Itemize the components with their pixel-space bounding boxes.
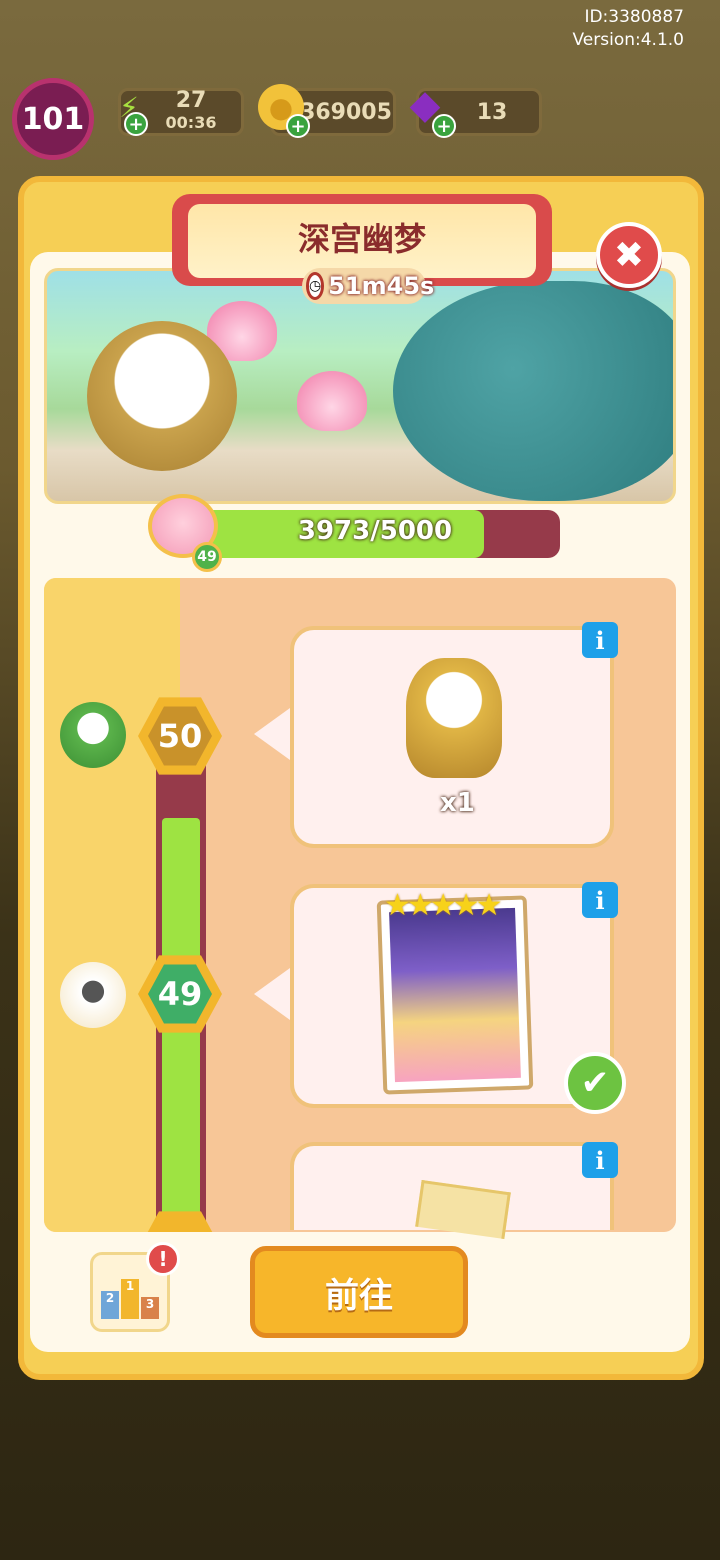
event-progress-text: 3973/5000 xyxy=(297,516,453,546)
info-icon[interactable]: i xyxy=(582,882,618,918)
photo-card-art xyxy=(389,907,521,1083)
clock-icon: ◷ xyxy=(306,272,325,300)
energy-value: 27 xyxy=(175,88,207,113)
go-button-label: 前往 xyxy=(325,1275,393,1316)
podium-first: 1 xyxy=(121,1279,139,1319)
podium-second: 2 xyxy=(101,1291,119,1319)
event-timer: ◷ 51m45s xyxy=(302,268,434,304)
hud-meta: ID:3380887 Version:4.1.0 xyxy=(573,6,685,52)
photo-card-reward xyxy=(376,895,534,1095)
gem-value: 13 xyxy=(476,99,508,125)
reward-bubble-tail xyxy=(254,708,290,760)
go-button[interactable]: 前往 xyxy=(250,1246,468,1338)
alert-badge-icon: ! xyxy=(146,1242,180,1276)
info-icon[interactable]: i xyxy=(582,622,618,658)
event-title: 深宫幽梦 xyxy=(297,220,426,258)
banner-duck-character xyxy=(87,321,237,471)
banner-lotus xyxy=(297,371,367,431)
milestone-level: 49 xyxy=(148,964,212,1024)
add-gems-icon[interactable]: + xyxy=(432,114,456,138)
milestone-avatar xyxy=(60,962,126,1028)
reward-bubble-tail xyxy=(254,968,290,1020)
reward-stars: ★★★★★ xyxy=(384,888,503,923)
add-energy-icon[interactable]: + xyxy=(124,112,148,136)
event-timer-text: 51m45s xyxy=(328,272,435,300)
add-coins-icon[interactable]: + xyxy=(286,114,310,138)
empress-duck-reward xyxy=(406,658,502,778)
energy-timer: 00:36 xyxy=(165,113,217,132)
podium-third: 3 xyxy=(141,1297,159,1319)
milestone-level: 50 xyxy=(148,706,212,766)
player-level-badge[interactable]: 101 xyxy=(12,78,94,160)
user-id: ID:3380887 xyxy=(584,7,684,27)
info-icon[interactable]: i xyxy=(582,1142,618,1178)
reward-quantity: x1 xyxy=(440,788,475,818)
progress-level-badge: 49 xyxy=(192,542,222,572)
version-label: Version:4.1.0 xyxy=(572,30,685,50)
banner-tree xyxy=(393,281,673,501)
close-button[interactable]: ✖ xyxy=(596,222,662,288)
claimed-check-icon: ✔ xyxy=(564,1052,626,1114)
milestone-avatar xyxy=(60,702,126,768)
